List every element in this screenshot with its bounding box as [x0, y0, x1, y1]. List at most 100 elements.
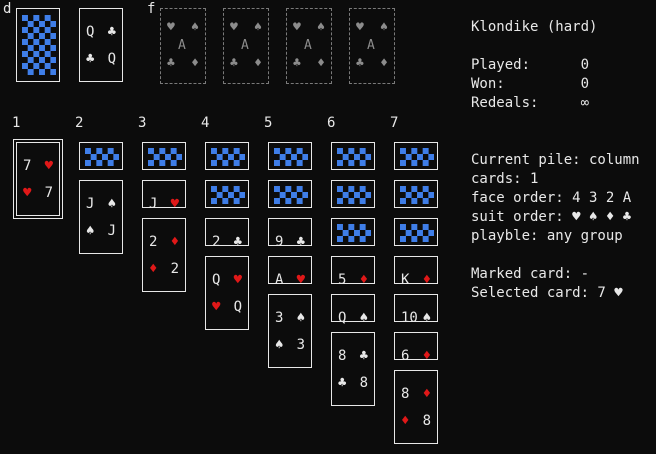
- card-suit-icon: ♥: [212, 299, 221, 315]
- selected-card[interactable]: 7 ♥ ♥ 7: [16, 142, 60, 216]
- card-back-pattern-icon: [211, 186, 245, 204]
- card-rank: J: [149, 196, 158, 212]
- card-suit-icon: ♠: [296, 310, 305, 326]
- selected-card-info: Selected card: 7 ♥: [471, 285, 623, 301]
- card-suit-icon: ♣: [107, 24, 116, 40]
- tableau-card[interactable]: J ♥: [142, 180, 186, 212]
- foundation-suit-icon: ♦: [380, 56, 388, 71]
- card-suit-icon: ♠: [422, 310, 431, 326]
- card-rank: 7: [44, 185, 53, 201]
- redeals-stat: Redeals: ∞: [471, 95, 590, 111]
- foundation-suit-icon: ♥: [167, 20, 175, 35]
- card-rank: 10: [401, 310, 418, 326]
- foundation-suit-icon: ♠: [254, 20, 262, 35]
- face-down-card[interactable]: [394, 180, 438, 208]
- card-suit-icon: ♦: [422, 348, 431, 364]
- tableau-card[interactable]: 8 ♣ ♣ 8: [331, 332, 375, 406]
- card-back-pattern-icon: [400, 186, 434, 204]
- card-suit-icon: ♣: [338, 375, 347, 391]
- won-stat: Won: 0: [471, 76, 590, 92]
- marked-card-info: Marked card: -: [471, 266, 590, 282]
- game-title: Klondike (hard): [471, 19, 598, 35]
- card-rank: 2: [212, 234, 221, 250]
- card-rank: 2: [170, 261, 179, 277]
- card-rank: Q: [338, 310, 347, 326]
- card-suit-icon: ♥: [233, 272, 242, 288]
- face-down-card[interactable]: [79, 142, 123, 170]
- foundation-suit-icon: ♣: [356, 56, 364, 71]
- card-rank: A: [275, 272, 284, 288]
- card-rank: J: [107, 223, 116, 239]
- face-down-card[interactable]: [331, 180, 375, 208]
- face-down-card[interactable]: [394, 142, 438, 170]
- foundation-suit-icon: ♣: [293, 56, 301, 71]
- tableau-card[interactable]: 5 ♦: [331, 256, 375, 288]
- card-suit-icon: ♦: [422, 386, 431, 402]
- tableau-card[interactable]: J ♠ ♠ J: [79, 180, 123, 254]
- foundation-slot[interactable]: ♥ ♠ A ♣ ♦: [286, 8, 332, 84]
- card-suit-icon: ♠: [86, 223, 95, 239]
- foundation-slot[interactable]: ♥ ♠ A ♣ ♦: [349, 8, 395, 84]
- tableau-card[interactable]: 2 ♣: [205, 218, 249, 250]
- playable-info: playble: any group: [471, 228, 623, 244]
- waste-pile[interactable]: Q ♣ ♣ Q: [79, 8, 123, 82]
- card-back-pattern-icon: [400, 224, 434, 242]
- card-rank: 5: [338, 272, 347, 288]
- foundation-suit-icon: ♥: [230, 20, 238, 35]
- suit-order-info: suit order: ♥ ♠ ♦ ♣: [471, 209, 632, 225]
- stock-pile[interactable]: [16, 8, 60, 82]
- card-suit-icon: ♥: [44, 158, 53, 174]
- face-down-card[interactable]: [394, 218, 438, 246]
- card-suit-icon: ♦: [170, 234, 179, 250]
- foundation-suit-icon: ♦: [191, 56, 199, 71]
- card-rank: 8: [359, 375, 368, 391]
- card-rank: 6: [401, 348, 410, 364]
- tableau-card[interactable]: 8 ♦ ♦ 8: [394, 370, 438, 444]
- column-label: 1: [12, 115, 21, 131]
- card-rank: Q: [212, 272, 221, 288]
- face-down-card[interactable]: [142, 142, 186, 170]
- card-back-pattern-icon: [337, 186, 371, 204]
- foundation-suit-icon: ♠: [191, 20, 199, 35]
- face-down-card[interactable]: [268, 180, 312, 208]
- card-back-pattern-icon: [400, 148, 434, 166]
- tableau-card[interactable]: 2 ♦ ♦ 2: [142, 218, 186, 292]
- card-suit-icon: ♣: [233, 234, 242, 250]
- foundation-suit-icon: ♠: [317, 20, 325, 35]
- column-label: 4: [201, 115, 210, 131]
- tableau-card[interactable]: Q ♠: [331, 294, 375, 326]
- card-back-pattern-icon: [337, 148, 371, 166]
- card-rank: Q: [233, 299, 242, 315]
- card-suit-icon: ♥: [23, 185, 32, 201]
- face-down-card[interactable]: [331, 218, 375, 246]
- foundation-suit-icon: ♣: [167, 56, 175, 71]
- face-down-card[interactable]: [268, 142, 312, 170]
- tableau-card[interactable]: A ♥: [268, 256, 312, 288]
- card-back-pattern-icon: [274, 148, 308, 166]
- tableau-card[interactable]: 6 ♦: [394, 332, 438, 364]
- foundation-slot[interactable]: ♥ ♠ A ♣ ♦: [223, 8, 269, 84]
- card-suit-icon: ♣: [359, 348, 368, 364]
- tableau-card[interactable]: 3 ♠ ♠ 3: [268, 294, 312, 368]
- tableau-card[interactable]: 9 ♣: [268, 218, 312, 250]
- face-down-card[interactable]: [205, 180, 249, 208]
- card-suit-icon: ♣: [296, 234, 305, 250]
- card-suit-icon: ♦: [422, 272, 431, 288]
- card-rank: 3: [275, 310, 284, 326]
- foundation-suit-icon: ♥: [356, 20, 364, 35]
- face-down-card[interactable]: [331, 142, 375, 170]
- tableau-card[interactable]: 10 ♠: [394, 294, 438, 326]
- card-suit-icon: ♦: [149, 261, 158, 277]
- tableau-card[interactable]: K ♦: [394, 256, 438, 288]
- foundation-label: f: [147, 1, 156, 17]
- foundation-slot[interactable]: ♥ ♠ A ♣ ♦: [160, 8, 206, 84]
- foundation-placeholder-rank: A: [178, 38, 186, 53]
- card-suit-icon: ♠: [359, 310, 368, 326]
- card-rank: 8: [422, 413, 431, 429]
- foundation-suit-icon: ♦: [254, 56, 262, 71]
- face-down-card[interactable]: [205, 142, 249, 170]
- card-back-pattern-icon: [22, 15, 56, 75]
- card-back-pattern-icon: [274, 186, 308, 204]
- tableau-card[interactable]: Q ♥ ♥ Q: [205, 256, 249, 330]
- card-rank: Q: [86, 24, 95, 40]
